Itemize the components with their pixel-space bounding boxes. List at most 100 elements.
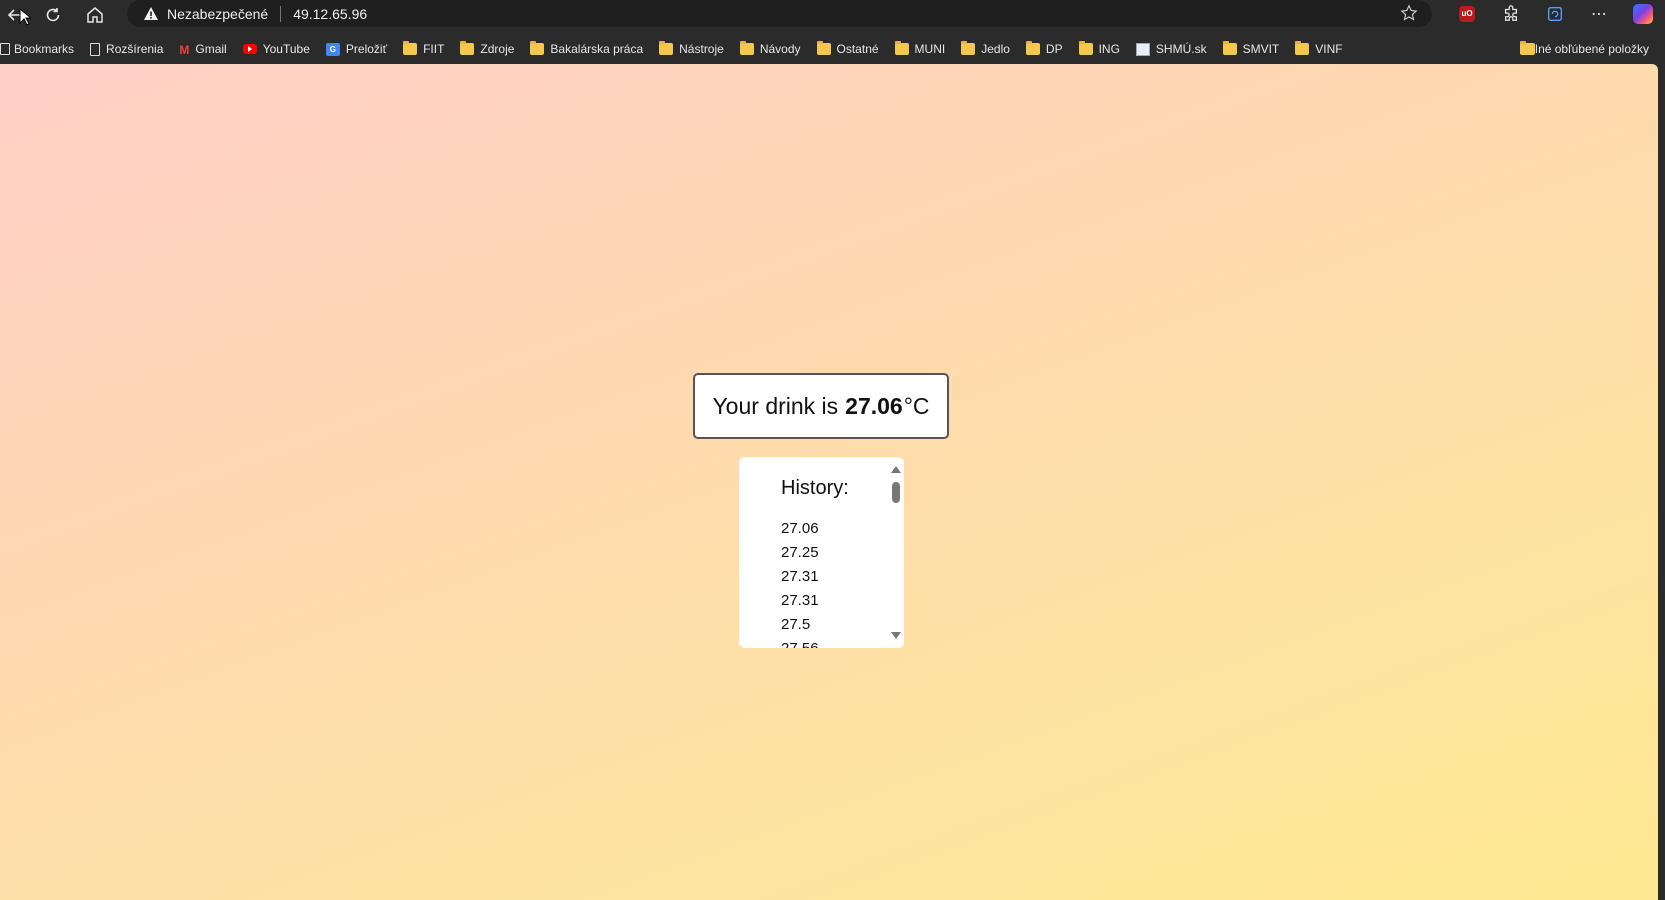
puzzle-icon xyxy=(1504,4,1518,21)
history-title: History: xyxy=(781,477,849,499)
bookmark-label: Iné obľúbené položky xyxy=(1534,42,1649,56)
folder-icon xyxy=(530,41,545,55)
bookmark-label: Gmail xyxy=(195,42,227,56)
extensions-button[interactable] xyxy=(1489,0,1533,27)
history-item: 27.06 xyxy=(781,520,819,537)
address-separator xyxy=(280,5,282,22)
bookmark-label: FIIT xyxy=(423,42,445,56)
bookmark-label: Bookmarks xyxy=(14,42,75,56)
folder-icon xyxy=(1025,41,1040,55)
folder-icon xyxy=(816,41,831,55)
folder-icon xyxy=(739,41,754,55)
bookmarks-bar: Bookmarks Rozšírenia M Gmail YouTube G P… xyxy=(0,34,1665,64)
bookmark-navody[interactable]: Návody xyxy=(739,41,801,56)
temperature-unit: °C xyxy=(903,392,930,419)
gmail-icon: M xyxy=(179,43,190,57)
ublock-button[interactable]: uO xyxy=(1445,0,1489,27)
page-icon xyxy=(90,42,101,56)
bookmark-label: SHMÚ.sk xyxy=(1155,42,1207,56)
folder-icon xyxy=(403,41,418,55)
translate-icon: G xyxy=(325,42,340,56)
copilot-button[interactable] xyxy=(1621,0,1665,27)
history-item: 27.31 xyxy=(781,568,819,585)
bookmark-ostatne[interactable]: Ostatné xyxy=(816,41,879,56)
bookmark-prelozit[interactable]: G Preložiť xyxy=(325,42,388,56)
folder-icon xyxy=(1222,41,1237,55)
bookmark-youtube[interactable]: YouTube xyxy=(242,42,310,56)
url-text[interactable]: 49.12.65.96 xyxy=(293,6,367,22)
bookmark-label: Nástroje xyxy=(679,42,724,56)
bookmarks-icon xyxy=(0,43,10,55)
bookmark-nastroje[interactable]: Nástroje xyxy=(659,41,724,56)
temperature-prefix: Your drink is xyxy=(712,392,839,419)
history-item: 27.25 xyxy=(781,544,819,561)
page-viewport: Your drink is 27.06 °C History: 27.06 27.2… xyxy=(0,64,1658,900)
warning-icon xyxy=(144,6,158,20)
collections-button[interactable] xyxy=(1533,0,1577,27)
history-item: 27.5 xyxy=(781,616,811,633)
bookmark-label: Rozšírenia xyxy=(106,42,164,56)
address-bar[interactable]: Nezabezpečené 49.12.65.96 xyxy=(127,0,1432,27)
bookmark-dp[interactable]: DP xyxy=(1025,41,1063,56)
mouse-cursor-icon xyxy=(19,8,31,26)
history-list: 27.06 27.25 27.31 27.31 27.5 27.56 xyxy=(781,517,819,648)
refresh-button[interactable] xyxy=(38,0,68,30)
browser-toolbar: Nezabezpečené 49.12.65.96 uO ⋯ xyxy=(0,0,1665,34)
bookmark-label: Návody xyxy=(759,42,801,56)
bookmark-label: Preložiť xyxy=(345,42,388,56)
bookmark-label: SMVIT xyxy=(1242,42,1280,56)
bookmark-label: VINF xyxy=(1315,42,1343,56)
bookmark-fiit[interactable]: FIIT xyxy=(403,41,445,56)
scroll-down-arrow-icon[interactable] xyxy=(891,632,901,639)
home-icon xyxy=(87,7,103,23)
temperature-value: 27.06 xyxy=(845,392,903,419)
folder-icon xyxy=(1295,41,1310,55)
temperature-display: Your drink is 27.06 °C xyxy=(693,373,949,439)
folder-icon xyxy=(460,41,475,55)
ublock-icon: uO xyxy=(1459,5,1475,22)
bookmark-rozsirenia[interactable]: Rozšírenia xyxy=(90,42,163,56)
folder-icon xyxy=(961,41,976,55)
scroll-up-arrow-icon[interactable] xyxy=(891,466,901,473)
more-icon: ⋯ xyxy=(1591,5,1607,23)
bookmark-label: YouTube xyxy=(262,42,310,56)
more-menu-button[interactable]: ⋯ xyxy=(1577,0,1621,27)
shmu-icon xyxy=(1135,42,1150,56)
history-item: 27.31 xyxy=(781,592,819,609)
bookmark-label: ING xyxy=(1098,42,1120,56)
history-item: 27.56 xyxy=(781,637,819,648)
bookmark-label: Ostatné xyxy=(836,42,879,56)
bookmark-ing[interactable]: ING xyxy=(1078,41,1120,56)
bookmark-zdroje[interactable]: Zdroje xyxy=(460,41,515,56)
copilot-icon xyxy=(1633,3,1653,24)
bookmark-jedlo[interactable]: Jedlo xyxy=(961,41,1010,56)
bookmark-other-favorites[interactable]: Iné obľúbené položky xyxy=(1519,34,1649,64)
bookmark-bakalarska-praca[interactable]: Bakalárska práca xyxy=(530,41,644,56)
youtube-icon xyxy=(242,44,257,54)
folder-icon xyxy=(659,41,674,55)
security-label[interactable]: Nezabezpečené xyxy=(167,6,268,22)
bookmark-label: Zdroje xyxy=(480,42,515,56)
star-icon[interactable] xyxy=(1400,4,1418,22)
bookmark-smvit[interactable]: SMVIT xyxy=(1222,41,1280,56)
bookmark-label: Bakalárska práca xyxy=(550,42,644,56)
history-scrollbar[interactable] xyxy=(890,457,904,648)
folder-icon xyxy=(894,41,909,55)
bookmark-vinf[interactable]: VINF xyxy=(1295,41,1343,56)
bookmark-bookmarks[interactable]: Bookmarks xyxy=(0,42,74,56)
bookmark-label: DP xyxy=(1045,42,1063,56)
bookmark-shmu[interactable]: SHMÚ.sk xyxy=(1135,42,1207,56)
bookmark-label: MUNI xyxy=(914,42,946,56)
bookmark-label: Jedlo xyxy=(981,42,1010,56)
scrollbar-thumb[interactable] xyxy=(892,482,900,503)
folder-icon xyxy=(1078,41,1093,55)
refresh-icon xyxy=(46,8,60,22)
bookmark-gmail[interactable]: M Gmail xyxy=(179,42,227,57)
history-panel[interactable]: History: 27.06 27.25 27.31 27.31 27.5 27… xyxy=(739,457,904,648)
window-edge xyxy=(1658,64,1665,900)
collections-icon xyxy=(1548,6,1562,21)
folder-icon xyxy=(1519,41,1535,55)
bookmark-muni[interactable]: MUNI xyxy=(894,41,946,56)
home-button[interactable] xyxy=(80,0,110,30)
toolbar-right-icons: uO ⋯ xyxy=(1445,0,1665,27)
